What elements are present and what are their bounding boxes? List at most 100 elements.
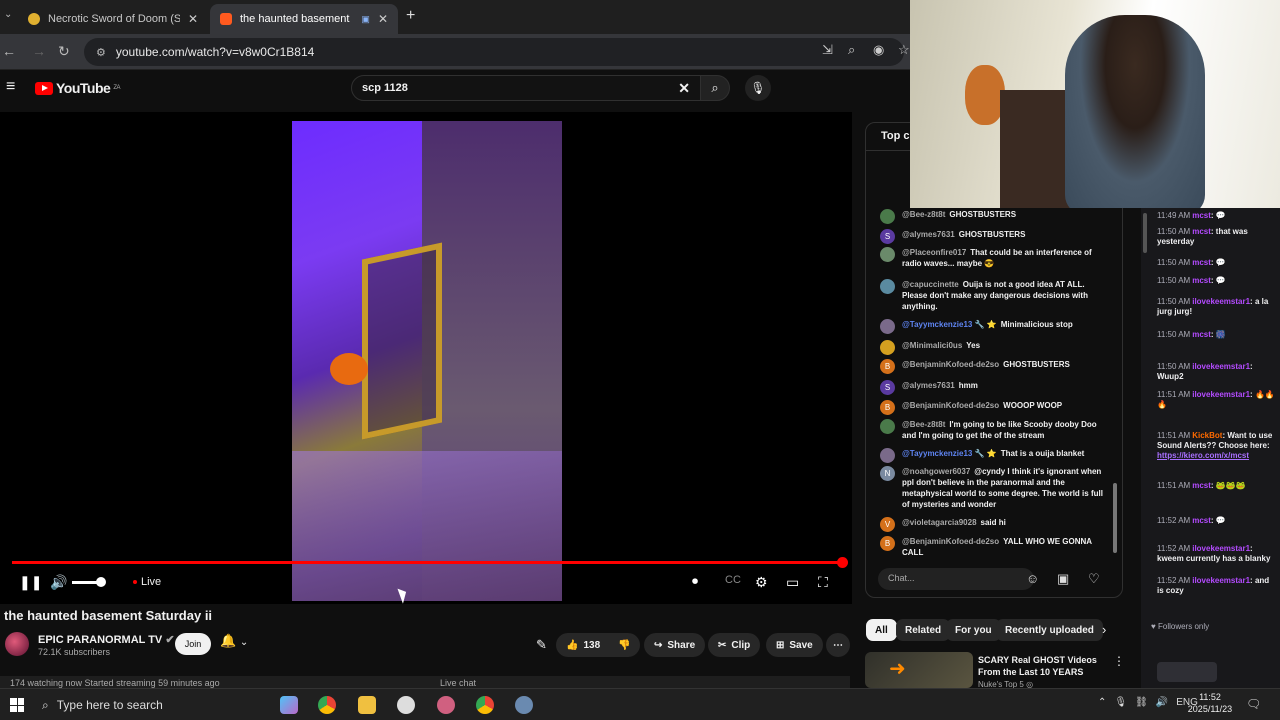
more-actions-button[interactable]: ⋯ — [826, 633, 850, 657]
chat-author[interactable]: @BenjaminKofoed-de2so — [902, 537, 999, 546]
save-button[interactable]: ⊞ Save — [766, 633, 823, 657]
subscribe-bell-button[interactable]: 🔔 ⌄ — [220, 633, 248, 649]
voice-search-button[interactable]: 🎙 — [745, 75, 771, 101]
tab-list-icon[interactable]: ⌄ — [4, 9, 12, 20]
settings-icon[interactable]: ⚙ — [755, 574, 768, 591]
side-chat-user[interactable]: mcst — [1192, 258, 1211, 267]
chevron-right-icon[interactable]: › — [1102, 622, 1106, 637]
windows-start-icon[interactable] — [10, 698, 24, 712]
chat-avatar[interactable] — [880, 279, 895, 294]
chat-author[interactable]: @Bee-z8t8t — [902, 420, 945, 429]
progress-bar[interactable] — [12, 561, 843, 564]
chat-avatar[interactable]: N — [880, 466, 895, 481]
chat-scrollbar[interactable] — [1113, 483, 1117, 553]
dislike-button[interactable]: 👎 — [608, 633, 641, 657]
chat-avatar[interactable] — [880, 448, 895, 463]
tab-haunted-basement[interactable]: the haunted basement Satu ▣ ✕ — [210, 4, 398, 34]
side-chat-user[interactable]: mcst — [1192, 211, 1211, 220]
chat-author[interactable]: @alymes7631 — [902, 381, 955, 390]
search-value[interactable]: scp 1128 — [362, 82, 408, 94]
side-chat-user[interactable]: ilovekeemstar1 — [1192, 544, 1250, 553]
chat-avatar[interactable] — [880, 419, 895, 434]
progress-scrubber[interactable] — [837, 557, 848, 568]
taskbar-search[interactable]: ⌕ Type here to search — [42, 694, 262, 716]
side-chat-user[interactable]: mcst — [1192, 481, 1211, 490]
copilot-icon[interactable] — [280, 696, 298, 714]
tab-necrotic-sword[interactable]: Necrotic Sword of Doom (Swor ✕ — [18, 4, 208, 34]
chip-for-you[interactable]: For you — [946, 619, 1001, 641]
recommended-thumbnail[interactable]: ➜ — [865, 652, 973, 688]
fullscreen-icon[interactable]: ⛶ — [818, 574, 828, 591]
app2-icon[interactable] — [515, 696, 533, 714]
clock[interactable]: 11:52 2025/11/23 — [1185, 691, 1235, 715]
chat-author[interactable]: @Tayymckenzie13 🔧 ⭐ — [902, 449, 997, 458]
network-icon[interactable]: ⛓ — [1135, 697, 1148, 708]
miniplayer-icon[interactable]: ▭ — [786, 574, 799, 591]
chrome-icon[interactable] — [318, 696, 336, 714]
live-indicator[interactable]: Live — [133, 576, 161, 588]
chat-input[interactable]: Chat... — [878, 568, 1034, 590]
obs-icon[interactable] — [397, 696, 415, 714]
captions-icon[interactable]: CC — [725, 574, 741, 586]
chrome-active-icon[interactable] — [476, 696, 494, 714]
chat-avatar[interactable] — [880, 247, 895, 262]
close-tab-icon[interactable]: ✕ — [378, 12, 388, 26]
bookmark-star-icon[interactable]: ☆ — [898, 42, 910, 58]
chip-all[interactable]: All — [866, 619, 897, 641]
pause-icon[interactable]: ❚❚ — [19, 574, 42, 591]
more-vert-icon[interactable]: ⋮ — [1113, 654, 1125, 668]
chat-author[interactable]: @capuccinette — [902, 280, 959, 289]
side-chat-user[interactable]: ilovekeemstar1 — [1192, 297, 1250, 306]
microphone-icon[interactable]: 🎙 — [1114, 697, 1127, 708]
recommended-title[interactable]: SCARY Real GHOST Videos From the Last 10… — [978, 654, 1108, 678]
heart-icon[interactable]: ♡ — [1088, 571, 1100, 587]
forward-icon[interactable]: → — [32, 43, 46, 59]
side-chat-user[interactable]: mcst — [1192, 276, 1211, 285]
side-chat-user[interactable]: mcst — [1192, 227, 1211, 236]
channel-name[interactable]: EPIC PARANORMAL TV ✔ — [38, 633, 175, 646]
eye-off-icon[interactable]: ◉ — [873, 42, 884, 58]
like-button[interactable]: 👍 138 — [556, 633, 611, 657]
chat-author[interactable]: @Placeonfire017 — [902, 248, 966, 257]
url-text[interactable]: youtube.com/watch?v=v8w0Cr1B814 — [116, 45, 314, 59]
chat-author[interactable]: @BenjaminKofoed-de2so — [902, 360, 999, 369]
super-chat-icon[interactable]: ▣ — [1057, 571, 1069, 587]
chat-author[interactable]: @alymes7631 — [902, 230, 955, 239]
chat-author[interactable]: @Minimalici0us — [902, 341, 962, 350]
chat-avatar[interactable] — [880, 209, 895, 224]
side-chat-user[interactable]: mcst — [1192, 330, 1211, 339]
chat-author[interactable]: @BenjaminKofoed-de2so — [902, 401, 999, 410]
side-chat-user[interactable]: ilovekeemstar1 — [1192, 390, 1250, 399]
join-button[interactable]: Join — [175, 633, 211, 655]
taskbar-search-placeholder[interactable]: Type here to search — [57, 698, 163, 712]
chip-related[interactable]: Related — [896, 619, 951, 641]
menu-icon[interactable]: ≡ — [6, 78, 15, 96]
channel-name-text[interactable]: EPIC PARANORMAL TV — [38, 634, 162, 646]
ask-icon[interactable]: ✎ — [536, 637, 547, 653]
search-input[interactable]: scp 1128 ✕ — [351, 75, 701, 101]
emoji-icon[interactable]: ☺ — [1026, 571, 1039, 586]
chat-avatar[interactable]: B — [880, 400, 895, 415]
notification-icon[interactable]: 🗨 — [1246, 697, 1261, 711]
side-chat-user[interactable]: ilovekeemstar1 — [1192, 576, 1250, 585]
chat-author[interactable]: @violetagarcia9028 — [902, 518, 977, 527]
side-chat-user[interactable]: KickBot — [1192, 431, 1222, 440]
side-chat-scrollbar[interactable] — [1143, 213, 1147, 253]
app-icon[interactable] — [437, 696, 455, 714]
autoplay-toggle[interactable]: ⏺ — [692, 574, 698, 589]
volume-knob[interactable] — [96, 577, 106, 587]
chat-avatar[interactable] — [880, 340, 895, 355]
new-tab-button[interactable]: + — [406, 7, 415, 25]
chat-author[interactable]: @Bee-z8t8t — [902, 210, 945, 219]
chip-recently-uploaded[interactable]: Recently uploaded — [996, 619, 1103, 641]
site-info-icon[interactable]: ⚙ — [96, 46, 106, 59]
omnibox[interactable]: ⚙ youtube.com/watch?v=v8w0Cr1B814 — [84, 38, 904, 66]
side-chat-user[interactable]: ilovekeemstar1 — [1192, 362, 1250, 371]
install-icon[interactable]: ⇲ — [822, 42, 833, 58]
volume-icon[interactable]: 🔊 — [50, 574, 67, 591]
video-player[interactable]: ❚❚ 🔊 Live ⏺ CC ⚙ ▭ ⛶ — [0, 112, 852, 604]
file-explorer-icon[interactable] — [358, 696, 376, 714]
chat-author[interactable]: @Tayymckenzie13 🔧 ⭐ — [902, 320, 997, 329]
clear-search-icon[interactable]: ✕ — [678, 80, 690, 97]
side-chat-user[interactable]: mcst — [1192, 516, 1211, 525]
